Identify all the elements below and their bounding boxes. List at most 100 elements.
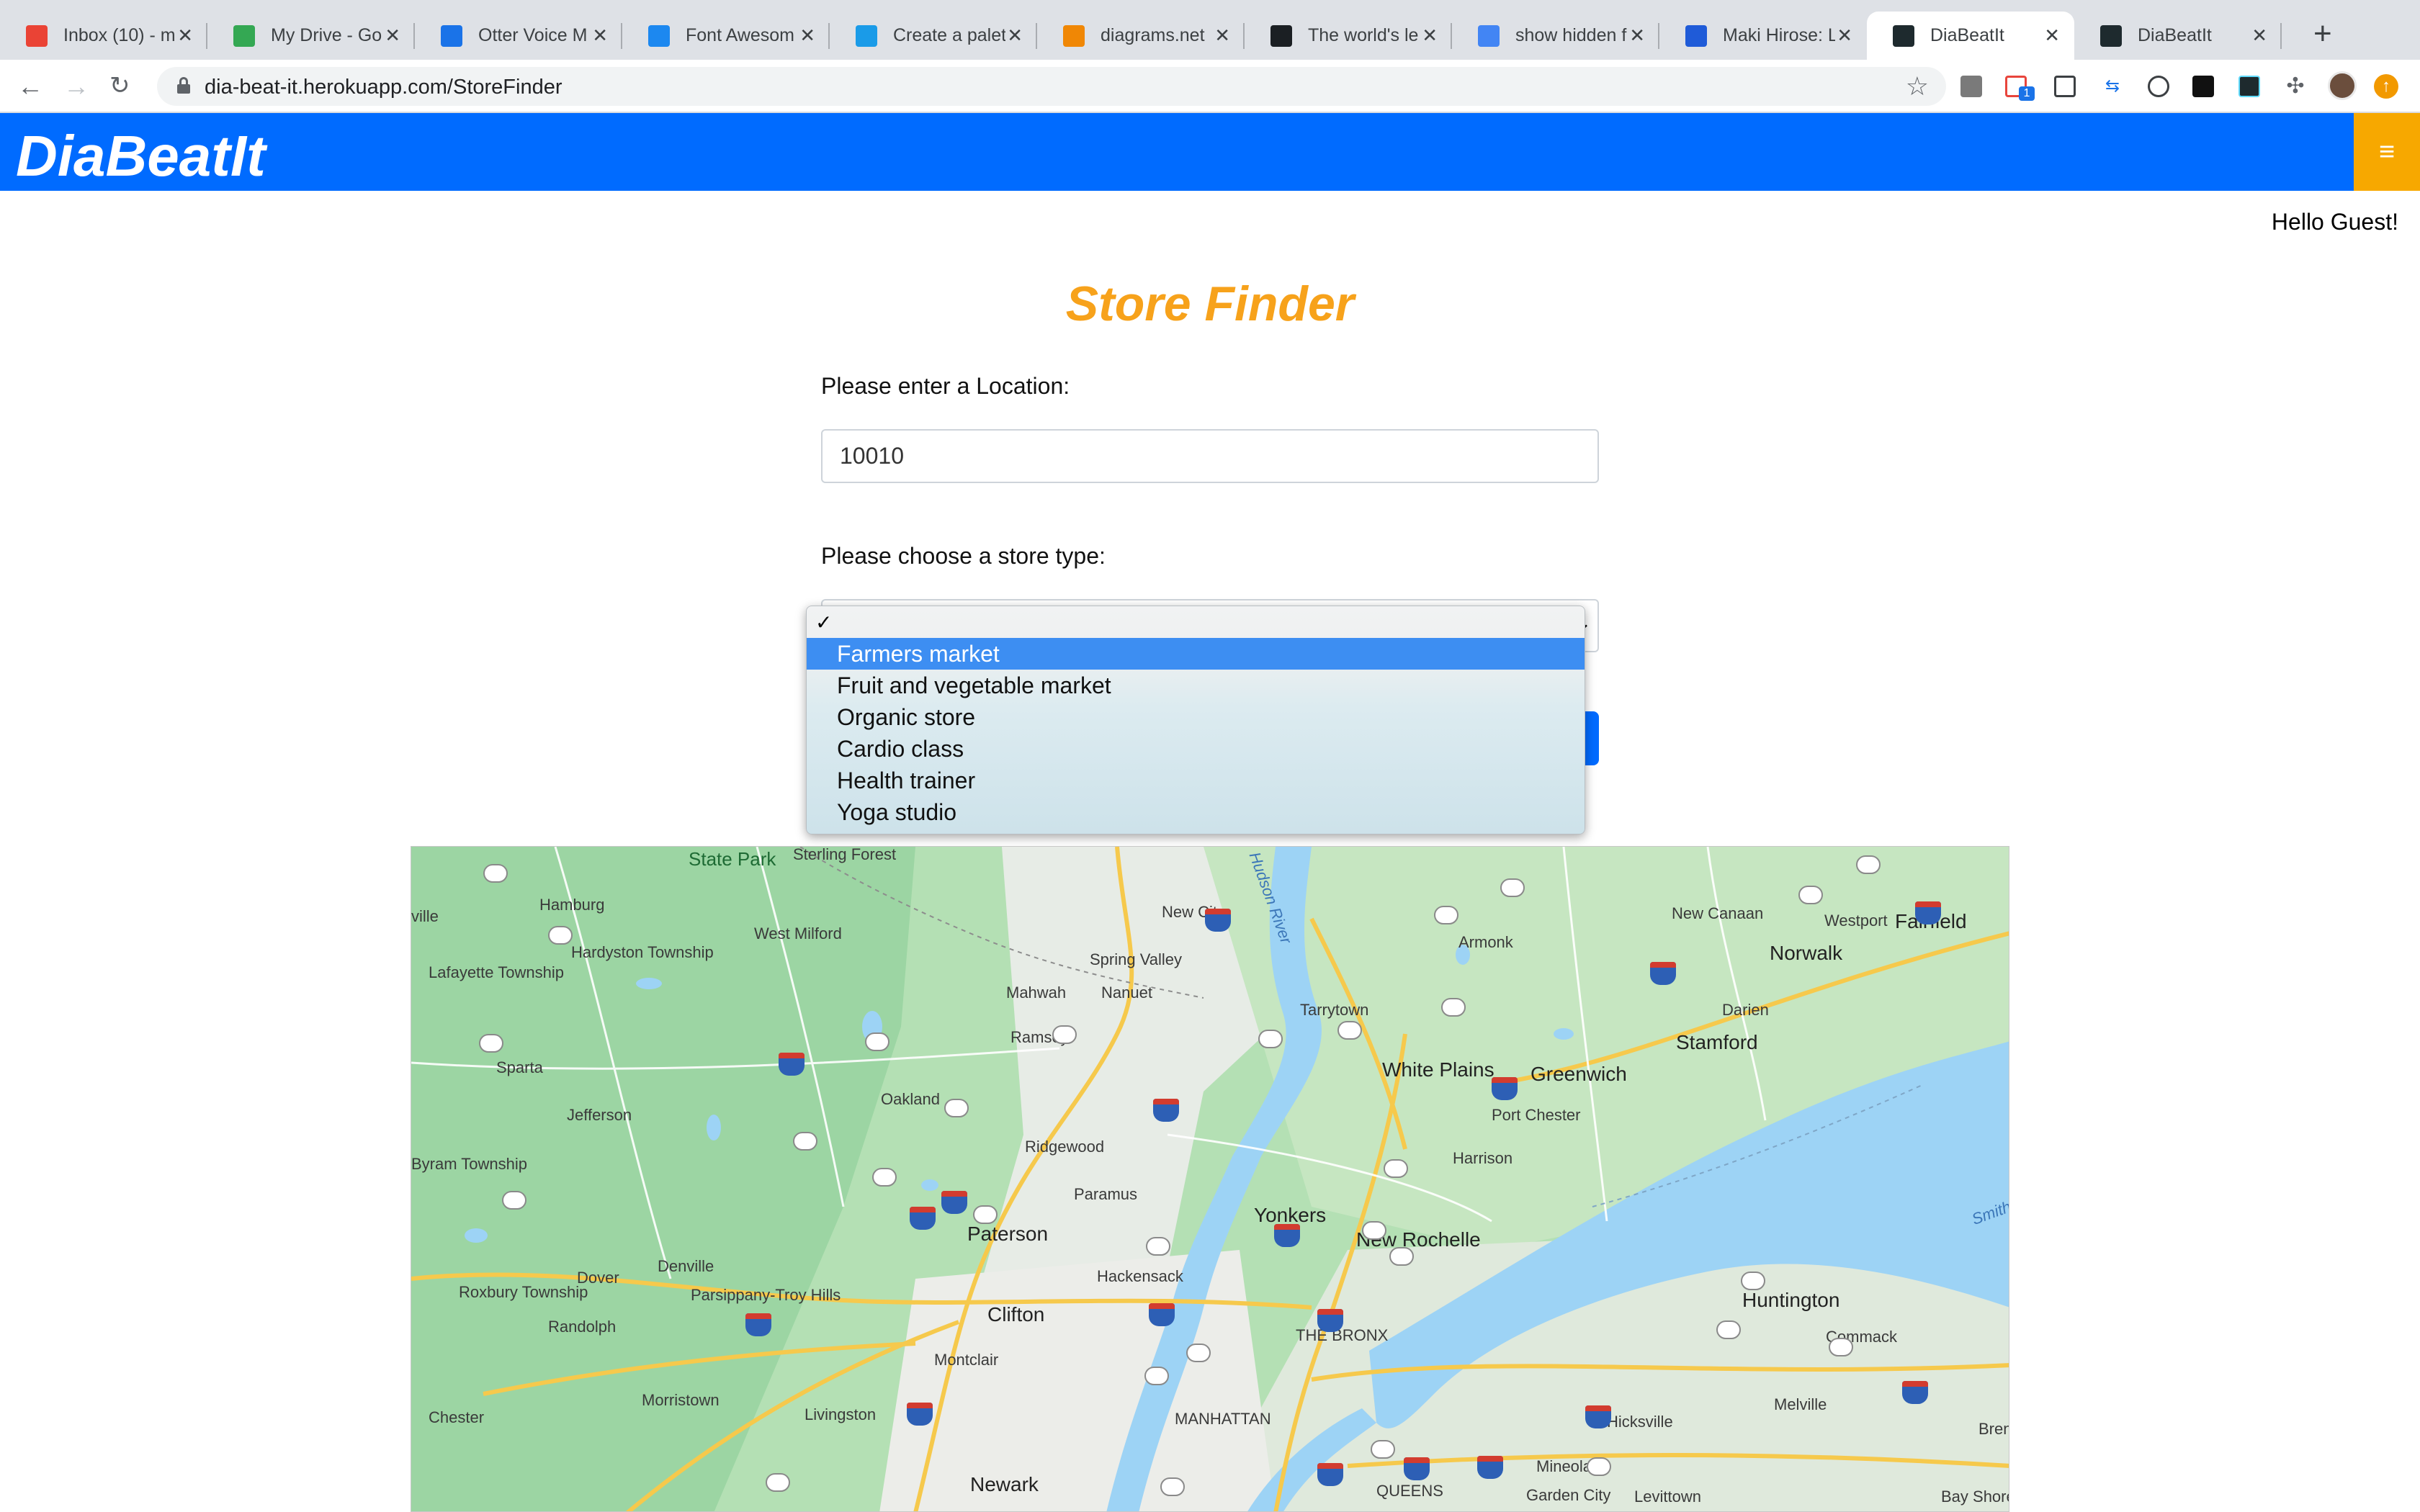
tab-title: diagrams.net xyxy=(1101,25,1205,45)
map-place-label: Byram Township xyxy=(411,1155,527,1173)
browser-tab[interactable]: Inbox (10) - m ✕ xyxy=(0,12,207,60)
back-arrow-icon[interactable]: ← xyxy=(17,71,43,102)
map-place-label: Livingston xyxy=(805,1405,877,1423)
interstate-shield-icon xyxy=(1585,1405,1611,1428)
close-icon[interactable]: ✕ xyxy=(799,24,815,47)
route-shield-icon xyxy=(872,1168,897,1187)
close-icon[interactable]: ✕ xyxy=(177,24,193,47)
map-place-label: Melville xyxy=(1774,1395,1827,1413)
avatar[interactable] xyxy=(2328,71,2357,100)
route-shield-icon xyxy=(1146,1237,1170,1256)
dropdown-option[interactable]: Farmers market xyxy=(807,638,1585,670)
close-icon[interactable]: ✕ xyxy=(592,24,608,47)
route-shield-icon xyxy=(766,1473,790,1492)
browser-tab[interactable]: My Drive - Go ✕ xyxy=(207,12,415,60)
interstate-shield-icon xyxy=(907,1403,933,1426)
map-place-label: Mineola xyxy=(1536,1457,1592,1475)
dropdown-option[interactable]: Cardio class xyxy=(807,733,1585,765)
react-devtools-icon[interactable] xyxy=(2238,76,2260,97)
interstate-shield-icon xyxy=(1492,1077,1518,1100)
interstate-shield-icon xyxy=(1317,1309,1343,1332)
interstate-shield-icon xyxy=(1915,901,1941,924)
map-place-label: THE BRONX xyxy=(1296,1326,1389,1344)
route-shield-icon xyxy=(1500,878,1525,897)
route-shield-icon xyxy=(479,1034,503,1053)
map-place-label: Mahwah xyxy=(1006,984,1067,1002)
puzzle-icon[interactable]: ✣ xyxy=(2285,76,2306,97)
close-icon[interactable]: ✕ xyxy=(2251,24,2267,47)
close-icon[interactable]: ✕ xyxy=(1837,24,1852,47)
close-icon[interactable]: ✕ xyxy=(1629,24,1645,47)
browser-tab[interactable]: DiaBeatIt ✕ xyxy=(2074,12,2282,60)
browser-tab[interactable]: The world's le ✕ xyxy=(1245,12,1452,60)
dropdown-option[interactable]: Organic store xyxy=(807,701,1585,733)
page-title: Store Finder xyxy=(1065,276,1355,331)
flag-icon xyxy=(648,24,670,47)
extension-icon[interactable]: 1 xyxy=(2005,76,2035,101)
route-shield-icon xyxy=(944,1099,969,1117)
map[interactable]: State Park Sterling Forest Hamburg ville Laf… xyxy=(411,846,2009,1512)
map-place-label: MANHATTAN xyxy=(1175,1410,1271,1428)
route-shield-icon xyxy=(1258,1030,1283,1048)
address-bar[interactable]: dia-beat-it.herokuapp.com/StoreFinder ☆ xyxy=(157,67,1946,106)
forward-arrow-icon[interactable]: → xyxy=(63,71,89,102)
map-place-label: Bay Shore xyxy=(1941,1488,2009,1506)
close-icon[interactable]: ✕ xyxy=(385,24,400,47)
screenshot-icon[interactable] xyxy=(2054,76,2076,97)
brand-logo[interactable]: DiaBeatIt xyxy=(16,123,266,189)
location-input[interactable] xyxy=(821,429,1599,483)
new-tab-button[interactable]: + xyxy=(2313,16,2332,52)
interstate-shield-icon xyxy=(910,1207,936,1230)
map-place-label: Montclair xyxy=(934,1351,999,1369)
map-place-label: Spring Valley xyxy=(1090,950,1182,968)
browser-toolbar: ← → ↻ dia-beat-it.herokuapp.com/StoreFin… xyxy=(0,60,2420,113)
interstate-shield-icon xyxy=(941,1191,967,1214)
hamburger-menu-button[interactable]: ≡ xyxy=(2354,113,2420,191)
close-icon[interactable]: ✕ xyxy=(2044,24,2060,47)
close-icon[interactable]: ✕ xyxy=(1214,24,1230,47)
browser-tab[interactable]: DiaBeatIt ✕ xyxy=(1867,12,2074,60)
map-place-label: Nanuet xyxy=(1101,984,1152,1002)
route-shield-icon xyxy=(1441,998,1466,1017)
browser-tab[interactable]: diagrams.net ✕ xyxy=(1037,12,1245,60)
reload-icon[interactable]: ↻ xyxy=(109,71,130,100)
route-shield-icon xyxy=(548,926,573,945)
close-icon[interactable]: ✕ xyxy=(1007,24,1023,47)
interstate-shield-icon xyxy=(1902,1381,1928,1404)
browser-tab[interactable]: show hidden f ✕ xyxy=(1452,12,1659,60)
route-shield-icon xyxy=(793,1132,817,1151)
tab-title: Font Awesom xyxy=(686,25,795,45)
browser-tab[interactable]: Font Awesom ✕ xyxy=(622,12,830,60)
interstate-shield-icon xyxy=(1149,1303,1175,1326)
route-shield-icon xyxy=(1362,1221,1386,1240)
dropdown-option[interactable]: Fruit and vegetable market xyxy=(807,670,1585,701)
greeting-text: Hello Guest! xyxy=(2271,209,2398,235)
check-icon: ✓ xyxy=(815,611,833,634)
arrows-icon[interactable]: ⇆ xyxy=(2102,76,2123,97)
map-place-label: Roxbury Township xyxy=(459,1283,588,1301)
browser-tab[interactable]: Maki Hirose: L ✕ xyxy=(1659,12,1867,60)
close-icon[interactable]: ✕ xyxy=(1422,24,1438,47)
map-place-label: Stamford xyxy=(1676,1031,1758,1053)
extension-icon[interactable] xyxy=(1960,76,1982,97)
browser-tab[interactable]: Create a palet ✕ xyxy=(830,12,1037,60)
globe-icon[interactable] xyxy=(2148,76,2169,97)
url-text: dia-beat-it.herokuapp.com/StoreFinder xyxy=(205,76,563,99)
map-place-label: Denville xyxy=(658,1257,714,1275)
gmail-icon xyxy=(26,24,48,47)
interstate-shield-icon xyxy=(745,1313,771,1336)
update-icon[interactable]: ↑ xyxy=(2374,74,2398,99)
interstate-shield-icon xyxy=(1153,1099,1179,1122)
dropdown-option[interactable]: Health trainer xyxy=(807,765,1585,796)
map-place-label: Huntington xyxy=(1742,1289,1840,1311)
bookmark-star-icon[interactable]: ☆ xyxy=(1906,71,1929,102)
dropdown-option[interactable]: Yoga studio xyxy=(807,796,1585,828)
map-place-label: Levittown xyxy=(1634,1488,1701,1506)
flag-icon[interactable] xyxy=(2192,76,2214,97)
tab-separator xyxy=(2280,23,2282,49)
browser-tab[interactable]: Otter Voice M ✕ xyxy=(415,12,622,60)
route-shield-icon xyxy=(1384,1159,1408,1178)
route-shield-icon xyxy=(1144,1367,1169,1385)
interstate-shield-icon xyxy=(1477,1456,1503,1479)
map-place-label: Jefferson xyxy=(567,1106,632,1124)
